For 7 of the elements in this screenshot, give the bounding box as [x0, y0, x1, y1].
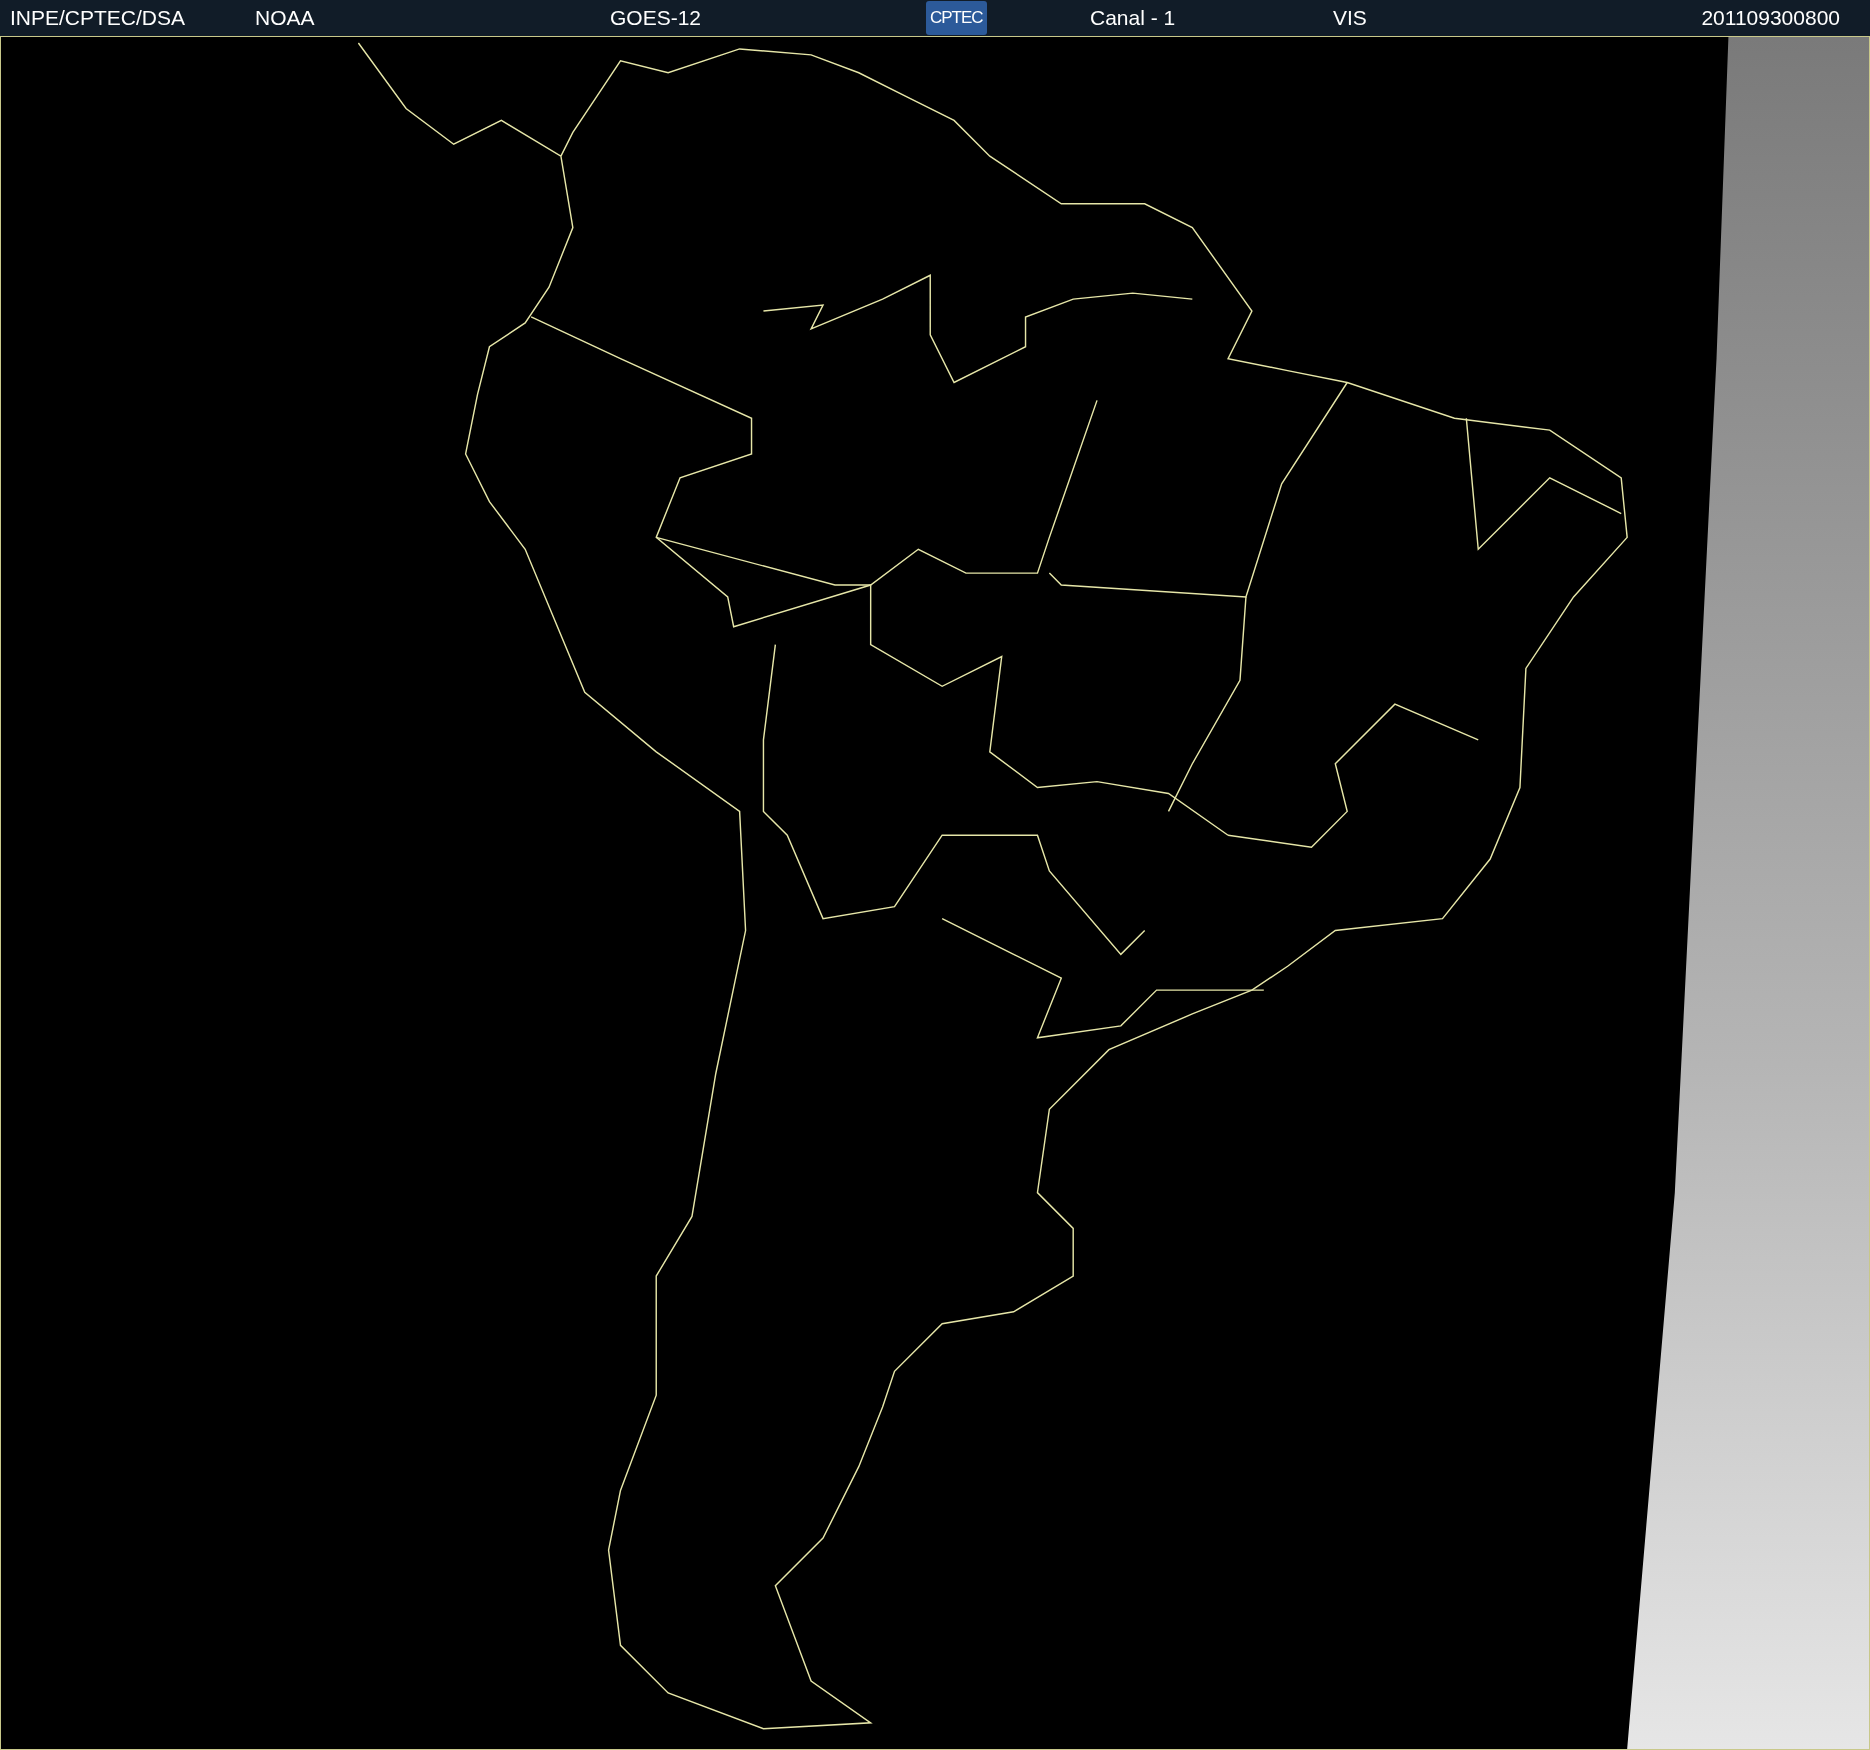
header-label: 201109300800 — [1701, 5, 1840, 32]
header-label: GOES-12 — [610, 5, 702, 32]
header-label: INPE/CPTEC/DSA — [10, 5, 186, 32]
logo: CPTEC — [926, 1, 987, 35]
header-label: Canal - 1 — [1090, 5, 1176, 32]
header-label: VIS — [1333, 5, 1367, 32]
header-label: NOAA — [255, 5, 315, 32]
